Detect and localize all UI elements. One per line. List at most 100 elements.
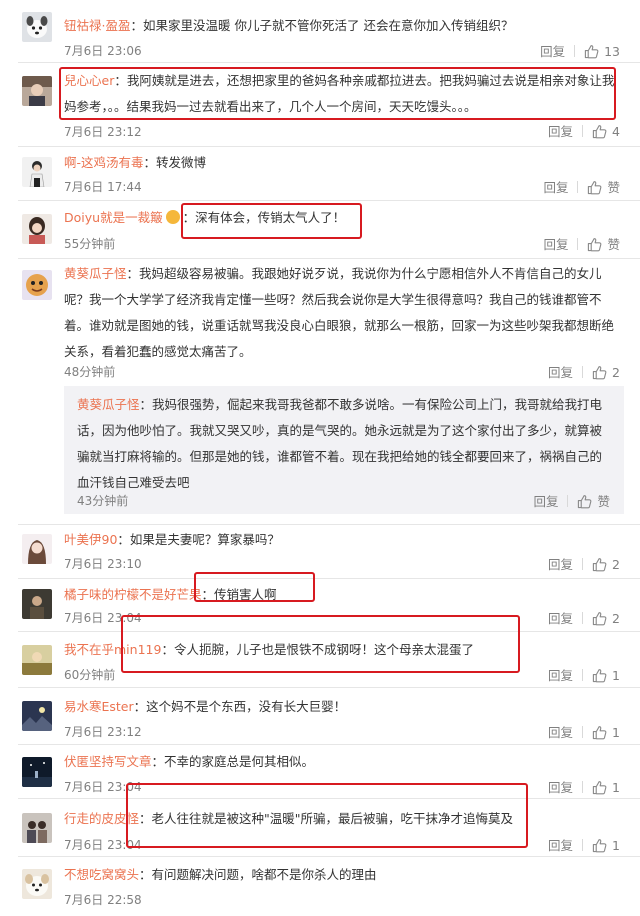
comment-username[interactable]: 钮祜禄·盈盈 xyxy=(64,18,130,33)
thumbs-up-icon[interactable] xyxy=(592,780,607,795)
reply-button[interactable]: 回复 xyxy=(548,362,573,381)
divider xyxy=(582,726,584,738)
like-count[interactable]: 1 xyxy=(612,725,620,740)
thumbs-up-icon[interactable] xyxy=(592,725,607,740)
divider xyxy=(567,495,569,507)
vip-badge-icon xyxy=(165,210,180,224)
reply-button[interactable]: 回复 xyxy=(543,234,568,253)
comment-username[interactable]: 易水寒Ester xyxy=(64,699,134,714)
comment-body: 如果家里没温暖 你儿子就不管你死活了 还会在意你加入传销组织？ xyxy=(143,18,514,33)
like-count[interactable]: 2 xyxy=(612,557,620,572)
highlight-box xyxy=(59,67,616,120)
reply-button[interactable]: 回复 xyxy=(548,722,573,741)
divider xyxy=(582,612,584,624)
comment-body: 这个妈不是个东西，没有长大巨婴！ xyxy=(146,699,347,714)
reply-button[interactable]: 回复 xyxy=(548,554,573,573)
avatar[interactable] xyxy=(22,534,52,564)
thumbs-up-icon[interactable] xyxy=(584,44,599,59)
like-count[interactable]: 13 xyxy=(604,44,620,59)
highlight-box xyxy=(194,572,315,602)
avatar[interactable] xyxy=(22,813,52,843)
comment-actions: 回复 2 xyxy=(548,554,620,573)
reply-button[interactable]: 回复 xyxy=(548,665,573,684)
comment-username[interactable]: 橘子味的柠檬不是好芒果 xyxy=(64,587,202,602)
thumbs-up-icon[interactable] xyxy=(592,365,607,380)
comment-time: 48分钟前 xyxy=(64,365,116,379)
avatar[interactable] xyxy=(22,589,52,619)
avatar[interactable] xyxy=(22,701,52,731)
avatar[interactable] xyxy=(22,157,52,187)
comment-username[interactable]: 伏匿坚持写文章 xyxy=(64,754,152,769)
comment-time: 7月6日 17:44 xyxy=(64,180,142,194)
reply-button[interactable]: 回复 xyxy=(548,835,573,854)
thumbs-up-icon[interactable] xyxy=(592,557,607,572)
thumbs-up-icon[interactable] xyxy=(577,494,592,509)
like-button[interactable]: 赞 xyxy=(597,494,610,509)
comment-username[interactable]: Doiyu就是一裁簸 xyxy=(64,210,163,225)
comment-body: 如果是夫妻呢？算家暴吗？ xyxy=(129,532,280,547)
colon: ： xyxy=(133,699,147,714)
comment-actions: 回复 4 xyxy=(548,121,620,140)
comment-time: 7月6日 23:12 xyxy=(64,725,142,739)
avatar[interactable] xyxy=(22,645,52,675)
reply-button[interactable]: 回复 xyxy=(543,177,568,196)
avatar[interactable] xyxy=(22,76,52,106)
comment-username[interactable]: 黄葵瓜子怪 xyxy=(64,266,127,281)
thumbs-up-icon[interactable] xyxy=(592,838,607,853)
comment-username[interactable]: 不想吃窝窝头 xyxy=(64,867,139,882)
colon: ： xyxy=(143,155,157,170)
reply-button[interactable]: 回复 xyxy=(533,491,558,510)
avatar[interactable] xyxy=(22,12,52,42)
comment-text: 橘子味的柠檬不是好芒果：传销害人啊 xyxy=(64,582,624,608)
thumbs-up-icon[interactable] xyxy=(587,237,602,252)
comment-text: 不想吃窝窝头：有问题解决问题，啥都不是你杀人的理由 xyxy=(64,862,624,888)
colon: ： xyxy=(139,867,152,882)
like-count[interactable]: 1 xyxy=(612,780,620,795)
comment-actions: 回复 1 xyxy=(548,777,620,796)
thumbs-up-icon[interactable] xyxy=(592,124,607,139)
comment-item: 不想吃窝窝头：有问题解决问题，啥都不是你杀人的理由 7月6日 22:58 xyxy=(0,856,640,916)
avatar[interactable] xyxy=(22,270,52,300)
comment-username[interactable]: 黄葵瓜子怪 xyxy=(77,397,140,412)
comment-username[interactable]: 叶美伊90 xyxy=(64,532,117,547)
comment-actions: 回复 13 xyxy=(540,41,620,60)
thumbs-up-icon[interactable] xyxy=(587,180,602,195)
like-count[interactable]: 2 xyxy=(612,365,620,380)
avatar[interactable] xyxy=(22,757,52,787)
avatar[interactable] xyxy=(22,869,52,899)
divider xyxy=(577,181,579,193)
comment-username[interactable]: 啊-这鸡汤有毒 xyxy=(64,155,144,170)
comment-text: 易水寒Ester：这个妈不是个东西，没有长大巨婴！ xyxy=(64,694,624,720)
comment-body: 有问题解决问题，啥都不是你杀人的理由 xyxy=(151,867,377,882)
like-count[interactable]: 1 xyxy=(612,668,620,683)
comment-time: 55分钟前 xyxy=(64,237,116,251)
highlight-box xyxy=(181,203,362,239)
comment-time: 7月6日 23:06 xyxy=(64,44,142,58)
highlight-box xyxy=(126,783,528,848)
like-count[interactable]: 4 xyxy=(612,124,620,139)
comment-time: 43分钟前 xyxy=(77,494,129,508)
like-button[interactable]: 赞 xyxy=(607,237,620,252)
like-count[interactable]: 1 xyxy=(612,838,620,853)
colon: ： xyxy=(151,754,165,769)
reply-button[interactable]: 回复 xyxy=(548,777,573,796)
highlight-box xyxy=(121,615,520,673)
comment-item: 叶美伊90：如果是夫妻呢？算家暴吗？ 7月6日 23:10 回复 2 xyxy=(0,524,640,578)
comment-actions: 回复 1 xyxy=(548,835,620,854)
comment-actions: 回复 1 xyxy=(548,722,620,741)
comment-time: 60分钟前 xyxy=(64,668,116,682)
thumbs-up-icon[interactable] xyxy=(592,668,607,683)
like-count[interactable]: 2 xyxy=(612,611,620,626)
comment-text: 叶美伊90：如果是夫妻呢？算家暴吗？ xyxy=(64,527,624,553)
comment-item: 钮祜禄·盈盈：如果家里没温暖 你儿子就不管你死活了 还会在意你加入传销组织？ 7… xyxy=(0,0,640,62)
avatar[interactable] xyxy=(22,214,52,244)
comment-actions: 回复 赞 xyxy=(533,491,610,510)
comment-text: 啊-这鸡汤有毒：转发微博 xyxy=(64,150,624,176)
reply-button[interactable]: 回复 xyxy=(548,608,573,627)
thumbs-up-icon[interactable] xyxy=(592,611,607,626)
like-button[interactable]: 赞 xyxy=(607,180,620,195)
reply-button[interactable]: 回复 xyxy=(540,41,565,60)
colon: ： xyxy=(117,532,130,547)
reply-button[interactable]: 回复 xyxy=(548,121,573,140)
comment-text: 钮祜禄·盈盈：如果家里没温暖 你儿子就不管你死活了 还会在意你加入传销组织？ xyxy=(64,13,624,39)
